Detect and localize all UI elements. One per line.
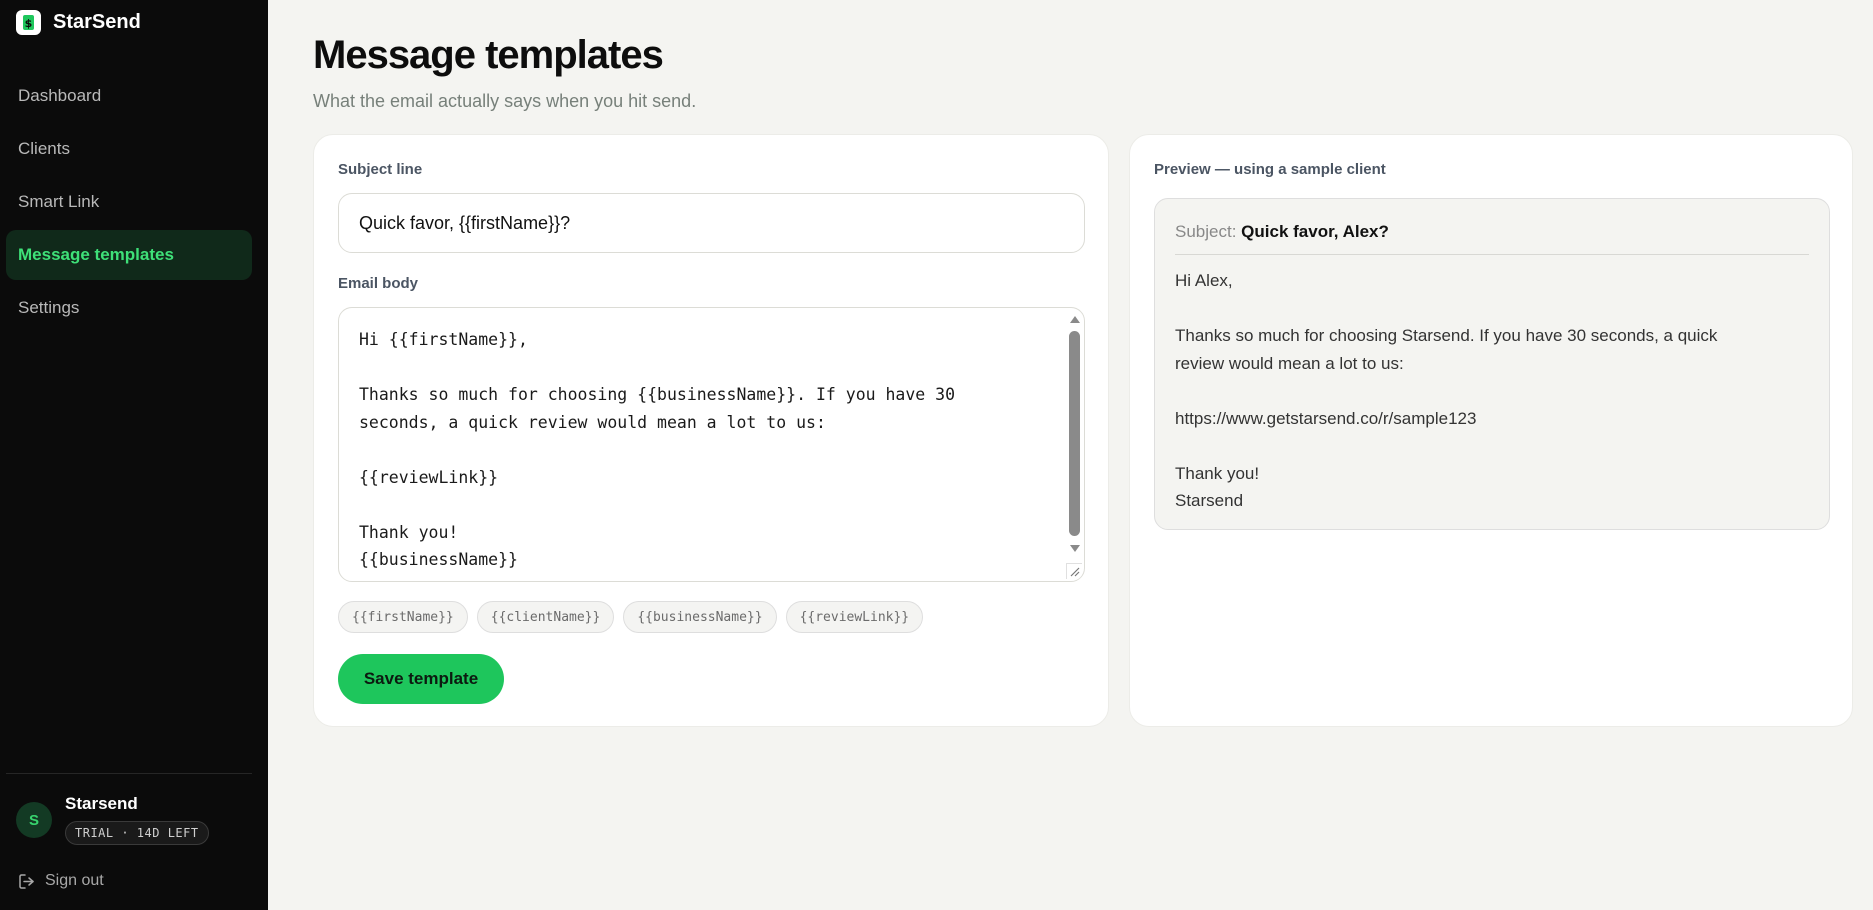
scroll-thumb[interactable] bbox=[1069, 331, 1080, 536]
brand-name: StarSend bbox=[53, 10, 141, 33]
sidebar-divider bbox=[6, 773, 252, 774]
scroll-up-icon[interactable] bbox=[1070, 316, 1080, 323]
sidebar-item-label: Message templates bbox=[18, 245, 174, 264]
email-preview: Subject: Quick favor, Alex? Hi Alex, Tha… bbox=[1154, 198, 1830, 530]
brand[interactable]: $ StarSend bbox=[16, 9, 141, 35]
page-subtitle: What the email actually says when you hi… bbox=[313, 91, 697, 111]
sidebar-item-label: Dashboard bbox=[18, 86, 102, 105]
sign-out-button[interactable]: Sign out bbox=[18, 872, 104, 890]
scroll-down-icon[interactable] bbox=[1070, 545, 1080, 552]
email-body-scrollbar[interactable] bbox=[1066, 308, 1084, 568]
sign-out-label: Sign out bbox=[45, 872, 104, 889]
subject-line-label: Subject line bbox=[338, 161, 423, 178]
account-name: Starsend bbox=[65, 794, 138, 813]
trial-badge: TRIAL · 14D LEFT bbox=[65, 821, 209, 845]
preview-subject-value: Quick favor, Alex? bbox=[1241, 222, 1389, 241]
save-template-button[interactable]: Save template bbox=[338, 654, 504, 704]
variable-chip-business-name[interactable]: {{businessName}} bbox=[623, 601, 777, 633]
email-body-label: Email body bbox=[338, 275, 419, 292]
sidebar-item-dashboard[interactable]: Dashboard bbox=[6, 71, 252, 121]
avatar[interactable]: S bbox=[16, 802, 52, 838]
dollar-icon: $ bbox=[16, 9, 41, 35]
sidebar-item-label: Smart Link bbox=[18, 192, 100, 211]
variable-chip-client-name[interactable]: {{clientName}} bbox=[476, 601, 615, 633]
sidebar-item-message-templates[interactable]: Message templates bbox=[6, 230, 252, 280]
sidebar-item-smart-link[interactable]: Smart Link bbox=[6, 177, 252, 227]
variable-chip-first-name[interactable]: {{firstName}} bbox=[338, 601, 468, 633]
template-editor-card: Subject line Email body Hi {{firstName}}… bbox=[313, 134, 1109, 727]
variable-chips: {{firstName}} {{clientName}} {{businessN… bbox=[338, 601, 932, 633]
svg-text:$: $ bbox=[25, 17, 33, 30]
resize-handle-icon[interactable] bbox=[1066, 563, 1082, 579]
preview-subject-prefix: Subject: bbox=[1175, 222, 1237, 241]
sign-out-icon bbox=[19, 873, 34, 889]
preview-card: Preview — using a sample client Subject:… bbox=[1129, 134, 1853, 727]
email-body-textarea[interactable]: Hi {{firstName}}, Thanks so much for cho… bbox=[339, 308, 1066, 581]
sidebar: $ StarSend Dashboard Clients Smart Link … bbox=[0, 0, 268, 910]
sidebar-item-label: Settings bbox=[18, 298, 80, 317]
subject-line-input[interactable] bbox=[338, 193, 1085, 253]
page-title: Message templates bbox=[313, 33, 664, 77]
preview-subject: Subject: Quick favor, Alex? bbox=[1175, 222, 1389, 242]
sidebar-nav: Dashboard Clients Smart Link Message tem… bbox=[6, 71, 252, 336]
variable-chip-review-link[interactable]: {{reviewLink}} bbox=[785, 601, 924, 633]
account-panel: S Starsend TRIAL · 14D LEFT bbox=[16, 790, 209, 845]
preview-divider bbox=[1175, 254, 1809, 255]
sidebar-item-settings[interactable]: Settings bbox=[6, 283, 252, 333]
sidebar-item-clients[interactable]: Clients bbox=[6, 124, 252, 174]
preview-body: Hi Alex, Thanks so much for choosing Sta… bbox=[1175, 271, 1718, 510]
sidebar-item-label: Clients bbox=[18, 139, 70, 158]
email-body-field: Hi {{firstName}}, Thanks so much for cho… bbox=[338, 307, 1085, 582]
preview-label: Preview — using a sample client bbox=[1154, 161, 1386, 178]
